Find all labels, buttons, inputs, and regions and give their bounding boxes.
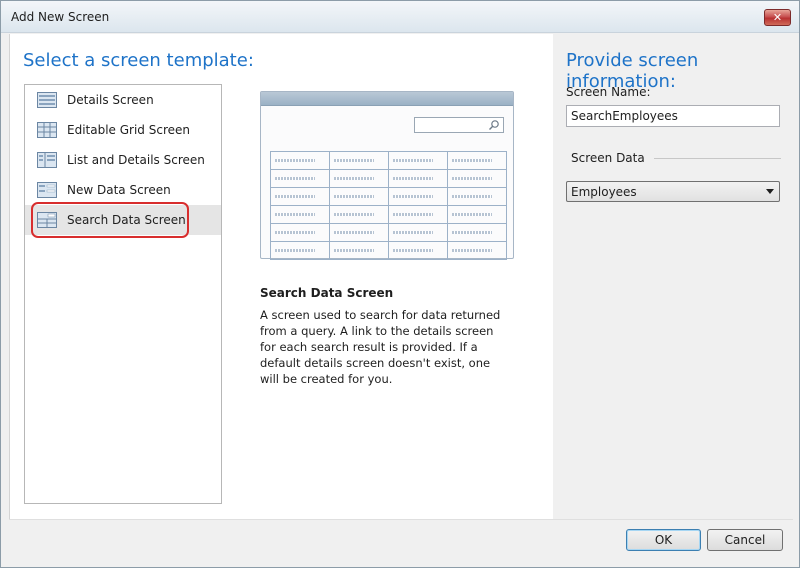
details-screen-icon (37, 92, 57, 108)
dialog-window: Add New Screen ✕ Select a screen templat… (0, 0, 800, 568)
dialog-content: Select a screen template: Details Screen (9, 34, 794, 519)
cancel-button[interactable]: Cancel (707, 529, 783, 551)
footer-divider (9, 519, 793, 520)
screen-data-label: Screen Data (571, 151, 645, 165)
list-details-icon (37, 152, 57, 168)
window-title: Add New Screen (11, 10, 110, 24)
template-description-text: A screen used to search for data returne… (260, 308, 501, 386)
template-preview (260, 91, 514, 260)
ok-button[interactable]: OK (626, 529, 701, 551)
screen-data-select[interactable]: Employees (566, 181, 780, 202)
search-icon (489, 120, 499, 130)
template-heading: Select a screen template: (23, 50, 254, 71)
preview-search-box (414, 117, 504, 133)
template-label: Details Screen (67, 93, 154, 107)
template-list: Details Screen Editable Grid Screen List… (24, 84, 222, 504)
template-label: Search Data Screen (67, 213, 186, 227)
screen-data-value: Employees (571, 184, 637, 199)
screen-name-label: Screen Name: (566, 85, 651, 99)
template-item-list-details[interactable]: List and Details Screen (25, 145, 221, 175)
title-bar[interactable]: Add New Screen ✕ (1, 1, 799, 33)
editable-grid-icon (37, 122, 57, 138)
template-label: List and Details Screen (67, 153, 205, 167)
template-item-new-data[interactable]: New Data Screen (25, 175, 221, 205)
new-data-icon (37, 182, 57, 198)
screen-info-panel: Provide screen information: Screen Name:… (553, 34, 794, 519)
preview-grid (270, 151, 507, 260)
template-item-details[interactable]: Details Screen (25, 85, 221, 115)
screen-name-input[interactable] (566, 105, 780, 127)
search-data-icon (37, 212, 57, 228)
template-label: Editable Grid Screen (67, 123, 190, 137)
template-description-title: Search Data Screen (260, 286, 394, 300)
close-button[interactable]: ✕ (764, 9, 791, 26)
template-item-editable-grid[interactable]: Editable Grid Screen (25, 115, 221, 145)
chevron-down-icon (766, 189, 774, 194)
template-label: New Data Screen (67, 183, 171, 197)
preview-title-bar (261, 92, 513, 106)
close-icon: ✕ (772, 11, 783, 24)
template-item-search-data[interactable]: Search Data Screen (25, 202, 221, 238)
group-divider (654, 158, 781, 159)
